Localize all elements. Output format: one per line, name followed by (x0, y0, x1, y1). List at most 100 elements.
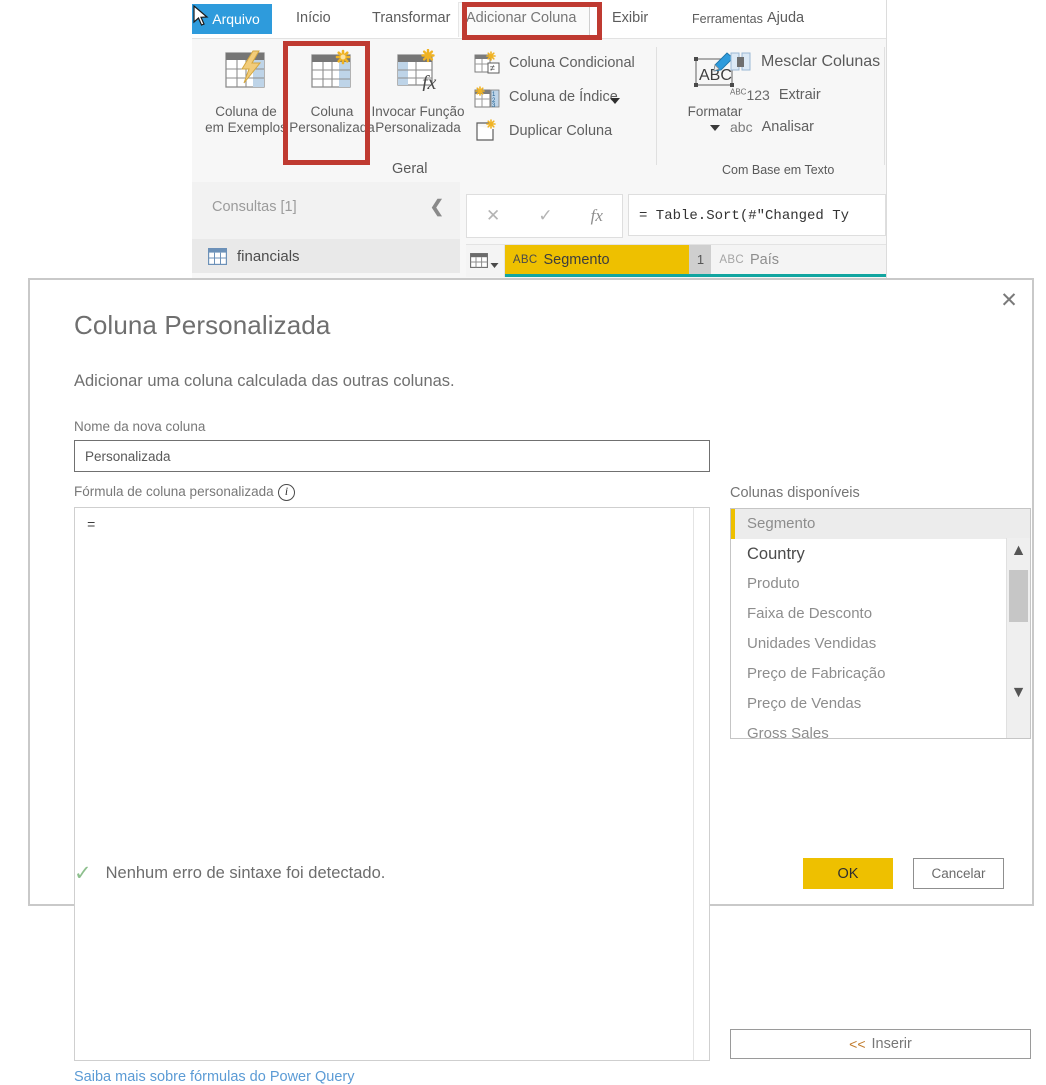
scrollbar-thumb[interactable] (1009, 570, 1028, 622)
column-header-pais[interactable]: ABC País (711, 245, 887, 277)
insert-chevrons: << (849, 1036, 866, 1052)
formula-editor-text: = (87, 518, 96, 534)
table-select-icon[interactable] (466, 245, 505, 277)
invocar-funcao-line1: Invocar Função (371, 104, 465, 119)
tab-adicionar-coluna-label: Adicionar Coluna (466, 10, 577, 26)
formula-bar: ✕ ✓ fx = Table.Sort(#"Changed Ty (466, 194, 886, 238)
formula-input[interactable]: = Table.Sort(#"Changed Ty (628, 194, 886, 236)
coluna-de-indice-label: Coluna de Índice (509, 89, 618, 105)
tab-transformar-label: Transformar (372, 10, 451, 26)
tab-ferramentas-label: Ferramentas (692, 12, 763, 26)
query-name-label: financials (237, 247, 300, 265)
ok-button[interactable]: OK (803, 858, 893, 889)
table-lightning-icon (225, 50, 265, 88)
check-icon[interactable]: ✓ (538, 206, 552, 226)
chevron-left-icon[interactable]: ❮ (430, 197, 444, 217)
list-item[interactable]: Preço de Vendas (731, 689, 1030, 719)
analisar-button[interactable]: abc Analisar (730, 119, 814, 135)
syntax-status: ✓ Nenhum erro de sintaxe foi detectado. (74, 863, 385, 884)
tab-arquivo[interactable]: Arquivo (192, 4, 272, 34)
list-item[interactable]: Gross Sales (731, 719, 1030, 738)
tab-ajuda[interactable]: Ajuda (767, 10, 804, 26)
table-icon (208, 247, 227, 265)
ribbon-tab-strip: Arquivo Início Transformar Adicionar Col… (192, 0, 886, 38)
formula-editor-scrollbar[interactable] (693, 508, 709, 1060)
chevron-down-icon[interactable] (609, 97, 621, 105)
coluna-de-indice-button[interactable]: 1 2 3 Coluna de Índice (474, 85, 621, 109)
duplicar-coluna-button[interactable]: Duplicar Coluna (474, 119, 612, 143)
table-star-icon (311, 49, 351, 88)
available-columns-list[interactable]: Segmento Country Produto Faixa de Descon… (730, 508, 1031, 739)
tab-transformar[interactable]: Transformar (372, 10, 450, 26)
available-columns-label: Colunas disponíveis (730, 485, 860, 501)
duplicar-coluna-label: Duplicar Coluna (509, 123, 613, 139)
custom-column-formula-editor[interactable]: = (74, 507, 710, 1061)
group-divider (656, 47, 657, 165)
mesclar-colunas-button[interactable]: Mesclar Colunas (730, 51, 880, 73)
green-check-icon: ✓ (74, 862, 92, 885)
coluna-personalizada-dialog: ✕ Coluna Personalizada Adicionar uma col… (28, 278, 1034, 1085)
list-item[interactable]: Country (731, 539, 1030, 569)
coluna-personalizada-button[interactable]: Coluna Personalizada (284, 49, 380, 136)
info-icon[interactable]: i (278, 484, 295, 501)
tab-ajuda-label: Ajuda (767, 10, 805, 26)
data-grid-header: ABC Segmento 1 ABC País (466, 244, 887, 277)
duplicate-column-icon (476, 119, 496, 141)
coluna-condicional-label: Coluna Condicional (509, 55, 635, 71)
custom-column-formula-label: Fórmula de coluna personalizada (74, 484, 274, 499)
svg-text:fx: fx (422, 72, 437, 91)
coluna-personalizada-line1: Coluna (310, 104, 354, 119)
learn-more-link[interactable]: Saiba mais sobre fórmulas do Power Query (74, 1069, 354, 1085)
available-columns-scrollbar[interactable]: ▲ ▼ (1006, 538, 1030, 738)
x-icon[interactable]: ✕ (486, 206, 500, 226)
group-title-com-base-em-texto: Com Base em Texto (722, 163, 835, 177)
tab-adicionar-coluna[interactable]: Adicionar Coluna (466, 10, 576, 26)
column-header-pais-label: País (749, 251, 779, 268)
chevron-down-icon[interactable]: ▼ (1007, 680, 1030, 706)
chevron-down-icon[interactable] (708, 123, 722, 133)
invocar-funcao-line2: Personalizada (375, 120, 461, 135)
coluna-de-exemplos-button[interactable]: Coluna de em Exemplos (198, 49, 294, 136)
tab-inicio-label: Início (296, 10, 331, 26)
list-item[interactable]: Unidades Vendidas (731, 629, 1030, 659)
syntax-status-text: Nenhum erro de sintaxe foi detectado. (105, 864, 386, 882)
list-item[interactable]: Produto (731, 569, 1030, 599)
dialog-title: Coluna Personalizada (74, 310, 331, 340)
list-item[interactable]: Preço de Fabricação (731, 659, 1030, 689)
tab-inicio[interactable]: Início (296, 10, 331, 26)
query-item-financials[interactable]: financials (192, 239, 460, 273)
list-item[interactable]: Segmento (731, 509, 1030, 539)
group-title-geral: Geral (392, 161, 428, 177)
coluna-condicional-button[interactable]: ≠ Coluna Condicional (474, 51, 635, 75)
insert-button[interactable]: << Inserir (730, 1029, 1031, 1059)
dialog-subtitle: Adicionar uma coluna calculada das outra… (74, 372, 455, 390)
index-column-icon: 1 2 3 (474, 86, 500, 109)
tab-ferramentas[interactable]: Ferramentas (692, 12, 763, 26)
analisar-label: Analisar (761, 119, 814, 135)
formula-bar-buttons: ✕ ✓ fx (466, 194, 623, 238)
queries-pane-header: Consultas [1] ❮ (192, 182, 460, 240)
sort-order-badge: 1 (689, 245, 712, 277)
coluna-de-exemplos-line1: Coluna de (215, 104, 277, 119)
new-column-name-input[interactable] (74, 440, 710, 472)
formatar-label: Formatar (687, 104, 743, 119)
coluna-de-exemplos-line2: em Exemplos (205, 120, 287, 135)
column-type-abc: ABC (719, 253, 744, 266)
close-icon[interactable]: ✕ (992, 284, 1026, 316)
column-header-segmento-label: Segmento (543, 251, 610, 268)
queries-count-label: Consultas [1] (212, 199, 297, 215)
list-item[interactable]: Faixa de Desconto (731, 599, 1030, 629)
conditional-column-icon: ≠ (474, 51, 500, 74)
fx-icon[interactable]: fx (591, 206, 603, 226)
tab-exibir[interactable]: Exibir (612, 10, 648, 26)
column-header-segmento[interactable]: ABC Segmento (504, 245, 690, 277)
invocar-funcao-personalizada-button[interactable]: fx Invocar Função Personalizada (370, 48, 466, 136)
extrair-button[interactable]: ABC123 Extrair (730, 87, 821, 103)
mesclar-colunas-label: Mesclar Colunas (761, 53, 881, 70)
chevron-up-icon[interactable]: ▲ (1007, 538, 1030, 564)
cancel-button[interactable]: Cancelar (913, 858, 1004, 889)
ribbon-body: Coluna de em Exemplos Coluna Personaliza… (192, 38, 886, 181)
group-divider (884, 47, 885, 165)
coluna-personalizada-line2: Personalizada (289, 120, 375, 135)
merge-columns-icon (730, 52, 751, 71)
